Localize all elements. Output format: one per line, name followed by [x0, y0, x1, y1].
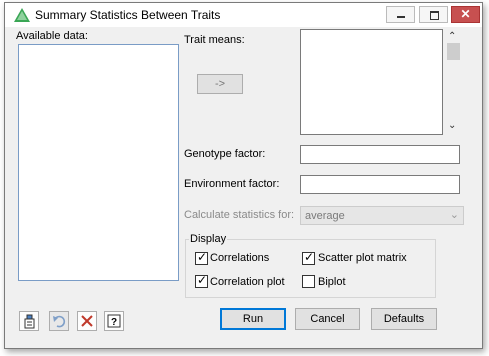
checkmark-icon: ✓	[197, 273, 208, 287]
scroll-up-icon[interactable]: ⌃	[448, 31, 456, 42]
dialog-window: Summary Statistics Between Traits ✕ Avai…	[4, 2, 483, 349]
close-icon: ✕	[460, 7, 471, 21]
display-group	[185, 239, 436, 298]
scatter-plot-matrix-checkbox[interactable]: ✓	[302, 250, 315, 265]
display-group-title: Display	[189, 233, 228, 245]
run-button[interactable]: Run	[220, 308, 286, 330]
defaults-button[interactable]: Defaults	[371, 308, 437, 330]
app-logo-icon	[14, 8, 30, 22]
title-bar: Summary Statistics Between Traits ✕	[5, 3, 482, 27]
help-icon: ?	[107, 314, 121, 328]
correlation-plot-label[interactable]: Correlation plot	[210, 276, 285, 288]
trait-means-list[interactable]	[300, 29, 443, 135]
options-button[interactable]	[19, 311, 39, 331]
calculate-statistics-select[interactable]: average ⌄	[300, 206, 464, 225]
scrollbar-thumb[interactable]	[447, 43, 460, 60]
biplot-label[interactable]: Biplot	[318, 276, 346, 288]
options-icon	[24, 314, 35, 329]
chevron-down-icon: ⌄	[449, 209, 459, 221]
correlation-plot-checkbox[interactable]: ✓	[195, 273, 208, 288]
scatter-plot-matrix-label[interactable]: Scatter plot matrix	[318, 252, 407, 264]
checkmark-icon: ✓	[197, 250, 208, 264]
clear-icon	[81, 315, 93, 327]
available-data-label: Available data:	[16, 30, 88, 42]
move-to-trait-means-button[interactable]: ->	[197, 74, 243, 94]
calculate-statistics-value: average	[305, 210, 345, 222]
window-title: Summary Statistics Between Traits	[35, 8, 221, 22]
cancel-button[interactable]: Cancel	[295, 308, 360, 330]
checkmark-icon: ✓	[304, 250, 315, 264]
scroll-down-icon[interactable]: ⌄	[448, 120, 456, 131]
undo-icon	[53, 315, 66, 328]
trait-means-label: Trait means:	[184, 34, 245, 46]
environment-factor-field[interactable]	[300, 175, 460, 194]
calculate-statistics-label: Calculate statistics for:	[184, 209, 295, 221]
clear-button[interactable]	[77, 311, 97, 331]
maximize-button[interactable]	[419, 6, 448, 23]
minimize-button[interactable]	[386, 6, 415, 23]
help-button[interactable]: ?	[104, 311, 124, 331]
environment-factor-label: Environment factor:	[184, 178, 280, 190]
close-button[interactable]: ✕	[451, 6, 480, 23]
genotype-factor-field[interactable]	[300, 145, 460, 164]
available-data-list[interactable]	[18, 44, 179, 281]
correlations-label[interactable]: Correlations	[210, 252, 269, 264]
correlations-checkbox[interactable]: ✓	[195, 250, 208, 265]
undo-button[interactable]	[49, 311, 69, 331]
biplot-checkbox[interactable]	[302, 275, 315, 288]
svg-text:?: ?	[111, 317, 117, 328]
genotype-factor-label: Genotype factor:	[184, 148, 266, 160]
